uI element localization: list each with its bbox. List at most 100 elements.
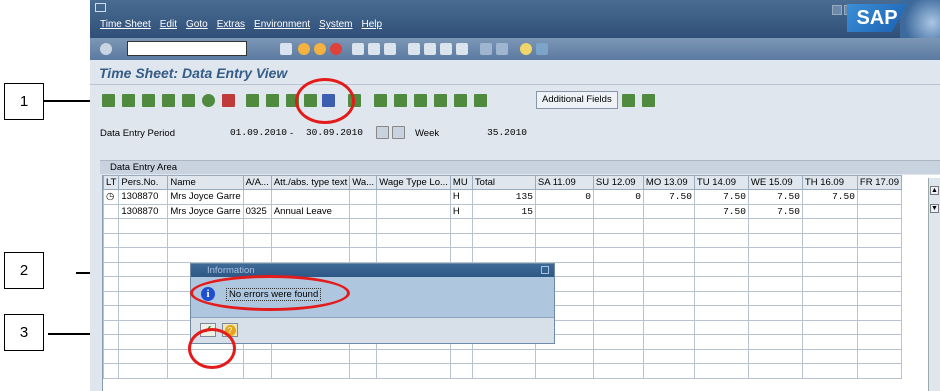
col-aa[interactable]: A/A...	[242, 175, 272, 190]
next-page-icon[interactable]	[440, 43, 452, 55]
menu-edit[interactable]: Edit	[160, 19, 177, 30]
filter-icon[interactable]	[162, 94, 175, 107]
cell-su[interactable]	[592, 203, 644, 219]
col-total[interactable]: Total	[471, 175, 536, 190]
cell-th[interactable]: 7.50	[801, 189, 858, 205]
cell-mo[interactable]	[642, 203, 695, 219]
cell-name[interactable]: Mrs Joyce Garre	[167, 189, 244, 205]
additional-fields-button[interactable]: Additional Fields	[536, 91, 618, 109]
col-mu[interactable]: MU	[449, 175, 473, 190]
cell-mu[interactable]: H	[449, 203, 473, 219]
clock-icon[interactable]	[202, 94, 215, 107]
undo-icon[interactable]	[394, 94, 407, 107]
layout-icon[interactable]	[536, 43, 548, 55]
cell-pers-no[interactable]: 1308870	[118, 189, 169, 205]
cell-name[interactable]: Mrs Joyce Garre	[167, 203, 244, 219]
cell-fr[interactable]	[856, 189, 902, 205]
last-page-icon[interactable]	[456, 43, 468, 55]
enter-icon[interactable]	[100, 43, 112, 55]
shortcut-icon[interactable]	[496, 43, 508, 55]
col-wage-type[interactable]: Wage Type Lo...	[376, 175, 451, 190]
week-field[interactable]	[475, 125, 530, 139]
table-row[interactable]: 1308870 Mrs Joyce Garre 0325 Annual Leav…	[102, 203, 902, 219]
menu-system[interactable]: System	[319, 19, 352, 30]
cell-wa[interactable]	[349, 189, 378, 205]
cell-wa[interactable]	[349, 203, 378, 219]
table-row[interactable]	[102, 232, 902, 248]
previous-page-icon[interactable]	[424, 43, 436, 55]
exit-icon[interactable]	[314, 43, 326, 55]
save-icon[interactable]	[280, 43, 292, 55]
add-row-icon[interactable]	[414, 94, 427, 107]
help-icon[interactable]	[520, 43, 532, 55]
print-icon[interactable]	[352, 43, 364, 55]
cell-sa[interactable]: 0	[534, 189, 594, 205]
cell-mu[interactable]: H	[449, 189, 473, 205]
cancel-icon[interactable]	[330, 43, 342, 55]
previous-period-icon[interactable]	[376, 126, 389, 139]
command-field[interactable]	[127, 41, 247, 56]
calendar-icon[interactable]	[222, 94, 235, 107]
col-wa[interactable]: Wa...	[349, 175, 378, 190]
change-icon[interactable]	[266, 94, 279, 107]
period-from-field[interactable]	[220, 125, 290, 139]
cell-sa[interactable]	[534, 203, 594, 219]
cut-icon[interactable]	[474, 94, 487, 107]
cell-total[interactable]: 15	[471, 203, 536, 219]
vertical-scrollbar[interactable]: ▲ ▼	[928, 178, 940, 391]
cell-pers-no[interactable]: 1308870	[118, 203, 169, 219]
cell-abs-text[interactable]	[270, 189, 351, 205]
sap-info-icon[interactable]	[622, 94, 635, 107]
display-icon[interactable]	[246, 94, 259, 107]
menu-environment[interactable]: Environment	[254, 19, 310, 30]
cell-abs-text[interactable]: Annual Leave	[270, 203, 351, 219]
cell-tu[interactable]: 7.50	[693, 203, 749, 219]
notes-icon[interactable]	[642, 94, 655, 107]
cell-tu[interactable]: 7.50	[693, 189, 749, 205]
scroll-down-icon[interactable]: ▼	[930, 204, 939, 213]
col-tu[interactable]: TU 14.09	[693, 175, 749, 190]
period-to-field[interactable]	[296, 125, 366, 139]
minimize-button[interactable]	[832, 5, 842, 15]
cell-total[interactable]: 135	[471, 189, 536, 205]
table-row[interactable]	[102, 218, 902, 234]
insert-row-icon[interactable]	[374, 94, 387, 107]
cell-we[interactable]: 7.50	[747, 203, 803, 219]
first-page-icon[interactable]	[408, 43, 420, 55]
table-row[interactable]: ◷ 1308870 Mrs Joyce Garre H 135 0 0 7.50…	[102, 189, 902, 205]
col-su[interactable]: SU 12.09	[592, 175, 644, 190]
menu-help[interactable]: Help	[362, 19, 383, 30]
detail-icon[interactable]	[122, 94, 135, 107]
col-fr[interactable]: FR 17.09	[856, 175, 902, 190]
cell-aa[interactable]	[242, 189, 272, 205]
copy-row-icon[interactable]	[454, 94, 467, 107]
scroll-up-icon[interactable]: ▲	[930, 186, 939, 195]
col-mo[interactable]: MO 13.09	[642, 175, 695, 190]
menu-time-sheet[interactable]: Time Sheet	[100, 19, 151, 30]
next-period-icon[interactable]	[392, 126, 405, 139]
col-sa[interactable]: SA 11.09	[534, 175, 594, 190]
cell-lt[interactable]	[102, 203, 120, 219]
find-icon[interactable]	[368, 43, 380, 55]
col-name[interactable]: Name	[167, 175, 244, 190]
col-pers-no[interactable]: Pers.No.	[118, 175, 169, 190]
cell-mo[interactable]: 7.50	[642, 189, 695, 205]
table-row[interactable]	[102, 247, 902, 263]
cell-th[interactable]	[801, 203, 858, 219]
new-session-icon[interactable]	[480, 43, 492, 55]
cell-fr[interactable]	[856, 203, 902, 219]
cell-wage-type[interactable]	[376, 189, 451, 205]
find-next-icon[interactable]	[384, 43, 396, 55]
col-we[interactable]: WE 15.09	[747, 175, 803, 190]
overview-icon[interactable]	[102, 94, 115, 107]
cell-wage-type[interactable]	[376, 203, 451, 219]
sum-icon[interactable]	[182, 94, 195, 107]
back-icon[interactable]	[298, 43, 310, 55]
delete-row-icon[interactable]	[434, 94, 447, 107]
cell-aa[interactable]: 0325	[242, 203, 272, 219]
col-th[interactable]: TH 16.09	[801, 175, 858, 190]
print-list-icon[interactable]	[142, 94, 155, 107]
menu-goto[interactable]: Goto	[186, 19, 208, 30]
col-lt[interactable]: LT	[102, 175, 120, 190]
col-abs-text[interactable]: Att./abs. type text	[270, 175, 351, 190]
